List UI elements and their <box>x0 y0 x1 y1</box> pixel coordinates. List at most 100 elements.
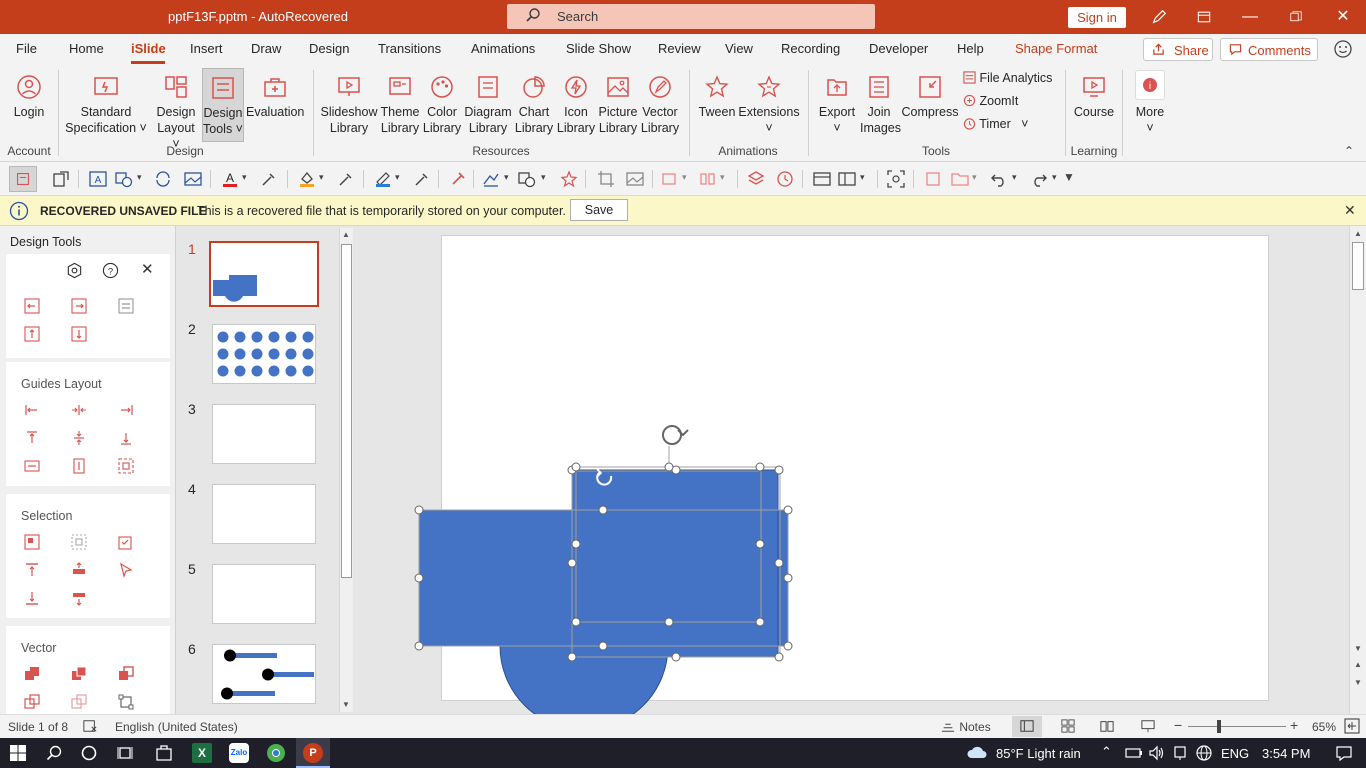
slide-thumbnail-2[interactable] <box>212 324 316 384</box>
shapes-icon[interactable] <box>115 170 133 188</box>
taskbar-search-icon[interactable] <box>46 745 62 764</box>
slide-sorter-icon[interactable] <box>1060 719 1076 736</box>
arrange-icon[interactable] <box>661 170 679 188</box>
intersect-icon[interactable] <box>24 694 40 710</box>
dropdown-caret[interactable]: ▾ <box>242 172 247 183</box>
zoomit-button[interactable]: ZoomIt <box>963 94 1018 108</box>
search-box[interactable]: Search <box>507 4 875 29</box>
copy-style-icon[interactable] <box>924 170 942 188</box>
language-indicator[interactable]: English (United States) <box>115 720 238 734</box>
screenshot-icon[interactable] <box>887 170 905 188</box>
star-outline-icon[interactable] <box>560 170 578 188</box>
align-left-edge-icon[interactable] <box>24 298 40 314</box>
guide-bottom-icon[interactable] <box>118 430 134 446</box>
tab-home[interactable]: Home <box>69 41 104 56</box>
shape-swap-icon[interactable] <box>52 170 70 188</box>
combine-icon[interactable] <box>71 666 87 682</box>
color-library-button[interactable]: Color Library <box>422 68 462 136</box>
align-top-edge-icon[interactable] <box>24 326 40 342</box>
dropdown-caret[interactable]: ▾ <box>1052 172 1057 183</box>
dropdown-caret[interactable]: ▾ <box>972 172 977 183</box>
tab-transitions[interactable]: Transitions <box>378 41 441 56</box>
dropdown-caret[interactable]: ▾ <box>541 172 546 183</box>
scrollbar-thumb[interactable] <box>341 244 352 578</box>
eyedropper-icon[interactable] <box>260 170 278 188</box>
slide-thumbnail-1[interactable] <box>209 241 319 307</box>
text-box-icon[interactable]: A <box>89 170 107 188</box>
fit-slide-icon[interactable] <box>1344 718 1360 737</box>
smiley-icon[interactable] <box>1333 39 1353 62</box>
layers-icon[interactable] <box>747 170 765 188</box>
show-hidden-icons[interactable]: ⌃ <box>1101 744 1112 760</box>
battery-icon[interactable] <box>1125 745 1143 764</box>
tab-review[interactable]: Review <box>658 41 701 56</box>
guide-width-icon[interactable] <box>24 458 40 474</box>
font-color-icon[interactable]: A <box>221 170 239 188</box>
tab-animations[interactable]: Animations <box>471 41 535 56</box>
tab-help[interactable]: Help <box>957 41 984 56</box>
windows-start-icon[interactable] <box>10 745 26 764</box>
tab-shape-format[interactable]: Shape Format <box>1015 41 1097 56</box>
window-icon[interactable] <box>813 170 831 188</box>
close-infobar-icon[interactable]: ✕ <box>1344 202 1356 219</box>
login-button[interactable]: Login <box>6 68 52 120</box>
edit-points-icon[interactable] <box>118 694 134 710</box>
picture-frame-icon[interactable] <box>184 170 202 188</box>
zoom-in-button[interactable]: + <box>1290 717 1298 733</box>
dropdown-caret[interactable]: ▾ <box>1012 172 1017 183</box>
comments-button[interactable]: Comments <box>1220 38 1318 61</box>
clock-icon[interactable] <box>776 170 794 188</box>
chart-library-button[interactable]: Chart Library <box>513 68 555 136</box>
dropdown-caret[interactable]: ▾ <box>504 172 509 183</box>
network-icon[interactable] <box>1172 745 1190 764</box>
slideshow-view-icon[interactable] <box>1140 719 1156 736</box>
reading-view-icon[interactable] <box>1099 719 1115 736</box>
clock-time[interactable]: 3:54 PM <box>1262 746 1310 761</box>
select-similar-icon[interactable] <box>71 534 87 550</box>
select-same-icon[interactable] <box>24 534 40 550</box>
guide-height-icon[interactable] <box>71 458 87 474</box>
excel-icon[interactable]: X <box>192 743 212 763</box>
scroll-down-icon[interactable]: ▼ <box>1354 644 1362 653</box>
notes-button[interactable]: Notes <box>940 719 991 734</box>
guide-top-icon[interactable] <box>24 430 40 446</box>
align-right-edge-icon[interactable] <box>71 298 87 314</box>
design-layout-button[interactable]: Design Layout ˅ <box>152 68 200 152</box>
tween-button[interactable]: Tween <box>697 68 737 120</box>
minimize-button[interactable]: — <box>1227 0 1273 34</box>
scroll-down-icon[interactable]: ▼ <box>342 700 350 709</box>
union-icon[interactable] <box>24 666 40 682</box>
join-images-button[interactable]: Join Images <box>860 68 901 136</box>
sign-in-button[interactable]: Sign in <box>1068 7 1126 28</box>
select-all-icon[interactable] <box>118 534 134 550</box>
picture-library-button[interactable]: Picture Library <box>597 68 639 136</box>
compress-button[interactable]: Compress <box>900 68 960 120</box>
fill-eyedropper-icon[interactable] <box>337 170 355 188</box>
guide-left-icon[interactable] <box>24 402 40 418</box>
redo-icon[interactable] <box>1030 170 1048 188</box>
globe-icon[interactable] <box>1196 745 1212 764</box>
shape-fill-icon[interactable] <box>518 170 536 188</box>
tab-slide-show[interactable]: Slide Show <box>566 41 631 56</box>
undo-icon[interactable] <box>990 170 1008 188</box>
next-slide-icon[interactable]: ▼ <box>1354 678 1362 687</box>
standard-specification-button[interactable]: Standard Specification ˅ <box>63 68 149 136</box>
close-pane-icon[interactable]: ✕ <box>141 260 154 278</box>
tab-design[interactable]: Design <box>309 41 349 56</box>
selected-tool[interactable] <box>9 166 37 192</box>
fragment-icon[interactable] <box>118 666 134 682</box>
slideshow-library-button[interactable]: Slideshow Library <box>319 68 379 136</box>
weather-text[interactable]: 85°F Light rain <box>996 746 1081 761</box>
tab-file[interactable]: File <box>16 41 37 56</box>
select-cursor-icon[interactable] <box>118 562 134 578</box>
timer-button[interactable]: Timer ˅ <box>963 117 1028 131</box>
diagram-library-button[interactable]: Diagram Library <box>464 68 512 136</box>
guide-middle-icon[interactable] <box>71 430 87 446</box>
image-icon[interactable] <box>626 170 644 188</box>
input-language[interactable]: ENG <box>1221 746 1249 761</box>
guide-center-icon[interactable] <box>71 402 87 418</box>
scroll-up-icon[interactable]: ▲ <box>342 230 350 239</box>
select-middle-icon[interactable] <box>71 562 87 578</box>
file-analytics-button[interactable]: File Analytics <box>963 71 1052 85</box>
close-window-button[interactable]: ✕ <box>1320 0 1366 34</box>
